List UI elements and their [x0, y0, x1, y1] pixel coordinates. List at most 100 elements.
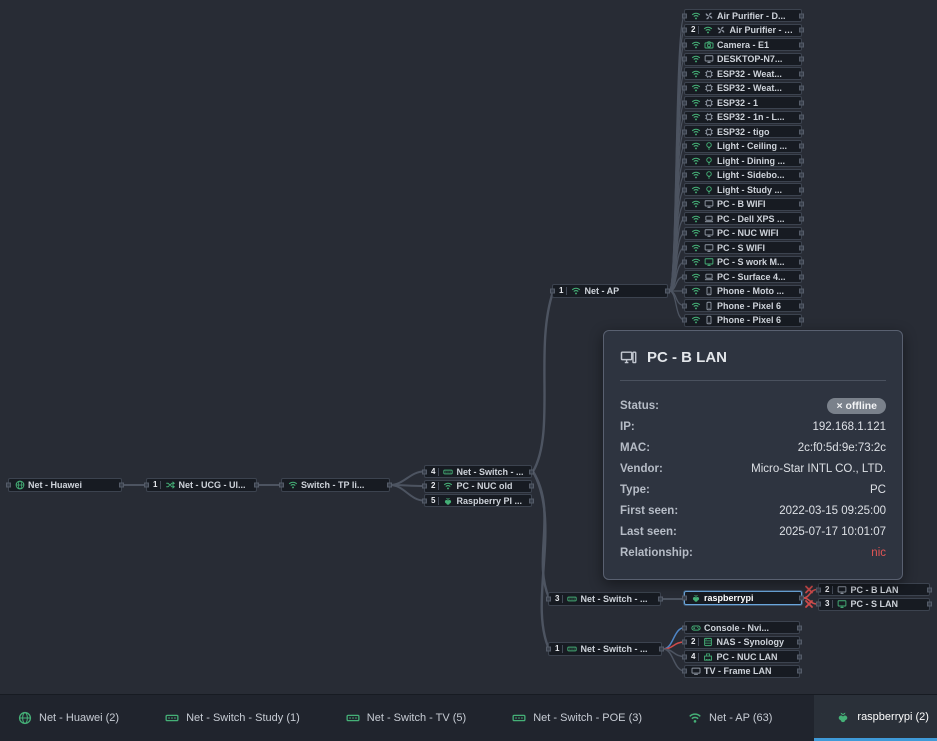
device-node[interactable]: PC - Dell XPS ...: [684, 212, 802, 225]
port-badge: 1: [555, 645, 563, 653]
device-node[interactable]: Light - Dining ...: [684, 154, 802, 167]
left-connector: [682, 71, 687, 76]
device-node[interactable]: Air Purifier - D...: [684, 9, 802, 22]
device-node[interactable]: Camera - E1: [684, 38, 802, 51]
device-node[interactable]: 2Air Purifier - X...: [684, 24, 802, 37]
nas-icon: [703, 637, 713, 647]
node-label: Net - AP: [584, 286, 619, 296]
left-connector: [682, 158, 687, 163]
monitor-icon: [837, 599, 847, 609]
wifi-icon: [443, 481, 453, 491]
device-node[interactable]: 2NAS - Synology: [684, 636, 800, 649]
detail-row: First seen:2022-03-15 09:25:00: [620, 500, 886, 521]
detail-row: MAC:2c:f0:5d:9e:73:2c: [620, 437, 886, 458]
detail-label: Last seen:: [620, 526, 677, 538]
device-node[interactable]: Light - Ceiling ...: [684, 140, 802, 153]
device-node[interactable]: PC - NUC WIFI: [684, 227, 802, 240]
detail-value: 192.168.1.121: [812, 421, 886, 433]
tab-net-switch-study-1[interactable]: Net - Switch - Study (1): [161, 695, 304, 741]
tab-net-switch-poe-3[interactable]: Net - Switch - POE (3): [508, 695, 646, 741]
detail-row: Last seen:2025-07-17 10:01:07: [620, 521, 886, 542]
wifi-icon: [691, 286, 701, 296]
device-node[interactable]: Light - Study ...: [684, 183, 802, 196]
node-net-ap[interactable]: 1Net - AP: [552, 284, 668, 298]
device-node[interactable]: ESP32 - tigo: [684, 125, 802, 138]
right-connector: [797, 640, 802, 645]
wifi-icon: [691, 112, 701, 122]
node-net-ucg[interactable]: 1Net - UCG - Ul...: [146, 478, 257, 492]
ap-devices-list: Air Purifier - D... 2Air Purifier - X... C…: [684, 9, 802, 328]
device-node[interactable]: PC - S WIFI: [684, 241, 802, 254]
device-node[interactable]: ESP32 - 1: [684, 96, 802, 109]
left-connector: [682, 231, 687, 236]
tab-net-ap-63[interactable]: Net - AP (63): [684, 695, 776, 741]
node-label: PC - S LAN: [850, 599, 898, 609]
left-connector: [546, 647, 551, 652]
device-node[interactable]: 4PC - NUC LAN: [684, 650, 800, 663]
device-node[interactable]: ESP32 - Weat...: [684, 67, 802, 80]
device-node[interactable]: 5Raspberry PI ...: [424, 494, 532, 507]
tab-net-huawei-2[interactable]: Net - Huawei (2): [14, 695, 123, 741]
node-net-huawei[interactable]: Net - Huawei: [8, 478, 122, 492]
tab-label: Net - AP (63): [709, 712, 772, 724]
raspberry-icon: [443, 496, 453, 506]
wifi-icon: [691, 69, 701, 79]
node-label: Camera - E1: [717, 40, 769, 50]
right-connector: [529, 498, 534, 503]
wifi-icon: [691, 156, 701, 166]
node-net-switch-tv[interactable]: 1 Net - Switch - ...: [548, 642, 662, 656]
phone-icon: [704, 301, 714, 311]
device-node[interactable]: PC - Surface 4...: [684, 270, 802, 283]
device-node[interactable]: TV - Frame LAN: [684, 665, 800, 678]
left-connector: [682, 13, 687, 18]
right-connector: [799, 318, 804, 323]
wifi-icon: [691, 257, 701, 267]
tab-net-switch-tv-5[interactable]: Net - Switch - TV (5): [342, 695, 470, 741]
detail-value: Micro-Star INTL CO., LTD.: [751, 463, 886, 475]
device-node[interactable]: PC - S work M...: [684, 256, 802, 269]
node-switch-tp-link[interactable]: Switch - TP li...: [281, 478, 390, 492]
left-connector: [6, 483, 11, 488]
switch-group-list: 4Net - Switch - ... 2PC - NUC old5Raspber…: [424, 465, 532, 509]
device-node[interactable]: Phone - Pixel 6: [684, 314, 802, 327]
right-connector: [529, 469, 534, 474]
port-badge: 2: [691, 638, 699, 646]
node-raspberrypi-selected[interactable]: raspberrypi: [684, 591, 802, 605]
device-node[interactable]: DESKTOP-N7...: [684, 53, 802, 66]
device-node[interactable]: 2PC - NUC old: [424, 480, 532, 493]
device-node[interactable]: 2PC - B LAN: [818, 583, 930, 596]
left-connector: [682, 129, 687, 134]
device-node[interactable]: Phone - Pixel 6: [684, 299, 802, 312]
device-node[interactable]: Light - Sidebo...: [684, 169, 802, 182]
left-connector: [682, 669, 687, 674]
wifi-icon: [688, 711, 702, 725]
right-connector: [799, 289, 804, 294]
device-node[interactable]: 3PC - S LAN: [818, 598, 930, 611]
right-connector: [799, 129, 804, 134]
wifi-icon: [691, 272, 701, 282]
right-connector: [799, 115, 804, 120]
node-label: PC - S WIFI: [717, 243, 765, 253]
node-label: ESP32 - Weat...: [717, 69, 782, 79]
node-label: Light - Ceiling ...: [717, 141, 787, 151]
node-label: ESP32 - 1: [717, 98, 758, 108]
left-connector: [682, 640, 687, 645]
tab-raspberrypi-2[interactable]: raspberrypi (2): [814, 695, 937, 741]
device-node[interactable]: ESP32 - Weat...: [684, 82, 802, 95]
node-label: Net - Huawei: [28, 480, 82, 490]
left-connector: [682, 303, 687, 308]
tab-label: Net - Switch - POE (3): [533, 712, 642, 724]
device-node[interactable]: ESP32 - 1n - L...: [684, 111, 802, 124]
device-node[interactable]: Phone - Moto ...: [684, 285, 802, 298]
right-connector: [797, 625, 802, 630]
device-node[interactable]: Console - Nvi...: [684, 621, 800, 634]
node-net-switch-poe[interactable]: 3Net - Switch - ...: [548, 592, 661, 606]
node-label: Net - Switch - ...: [580, 644, 647, 654]
right-connector: [799, 42, 804, 47]
device-node[interactable]: 4Net - Switch - ...: [424, 465, 532, 478]
ethernet-icon: [703, 652, 713, 662]
wifi-icon: [691, 83, 701, 93]
left-connector: [682, 28, 687, 33]
monitor-icon: [704, 257, 714, 267]
device-node[interactable]: PC - B WIFI: [684, 198, 802, 211]
